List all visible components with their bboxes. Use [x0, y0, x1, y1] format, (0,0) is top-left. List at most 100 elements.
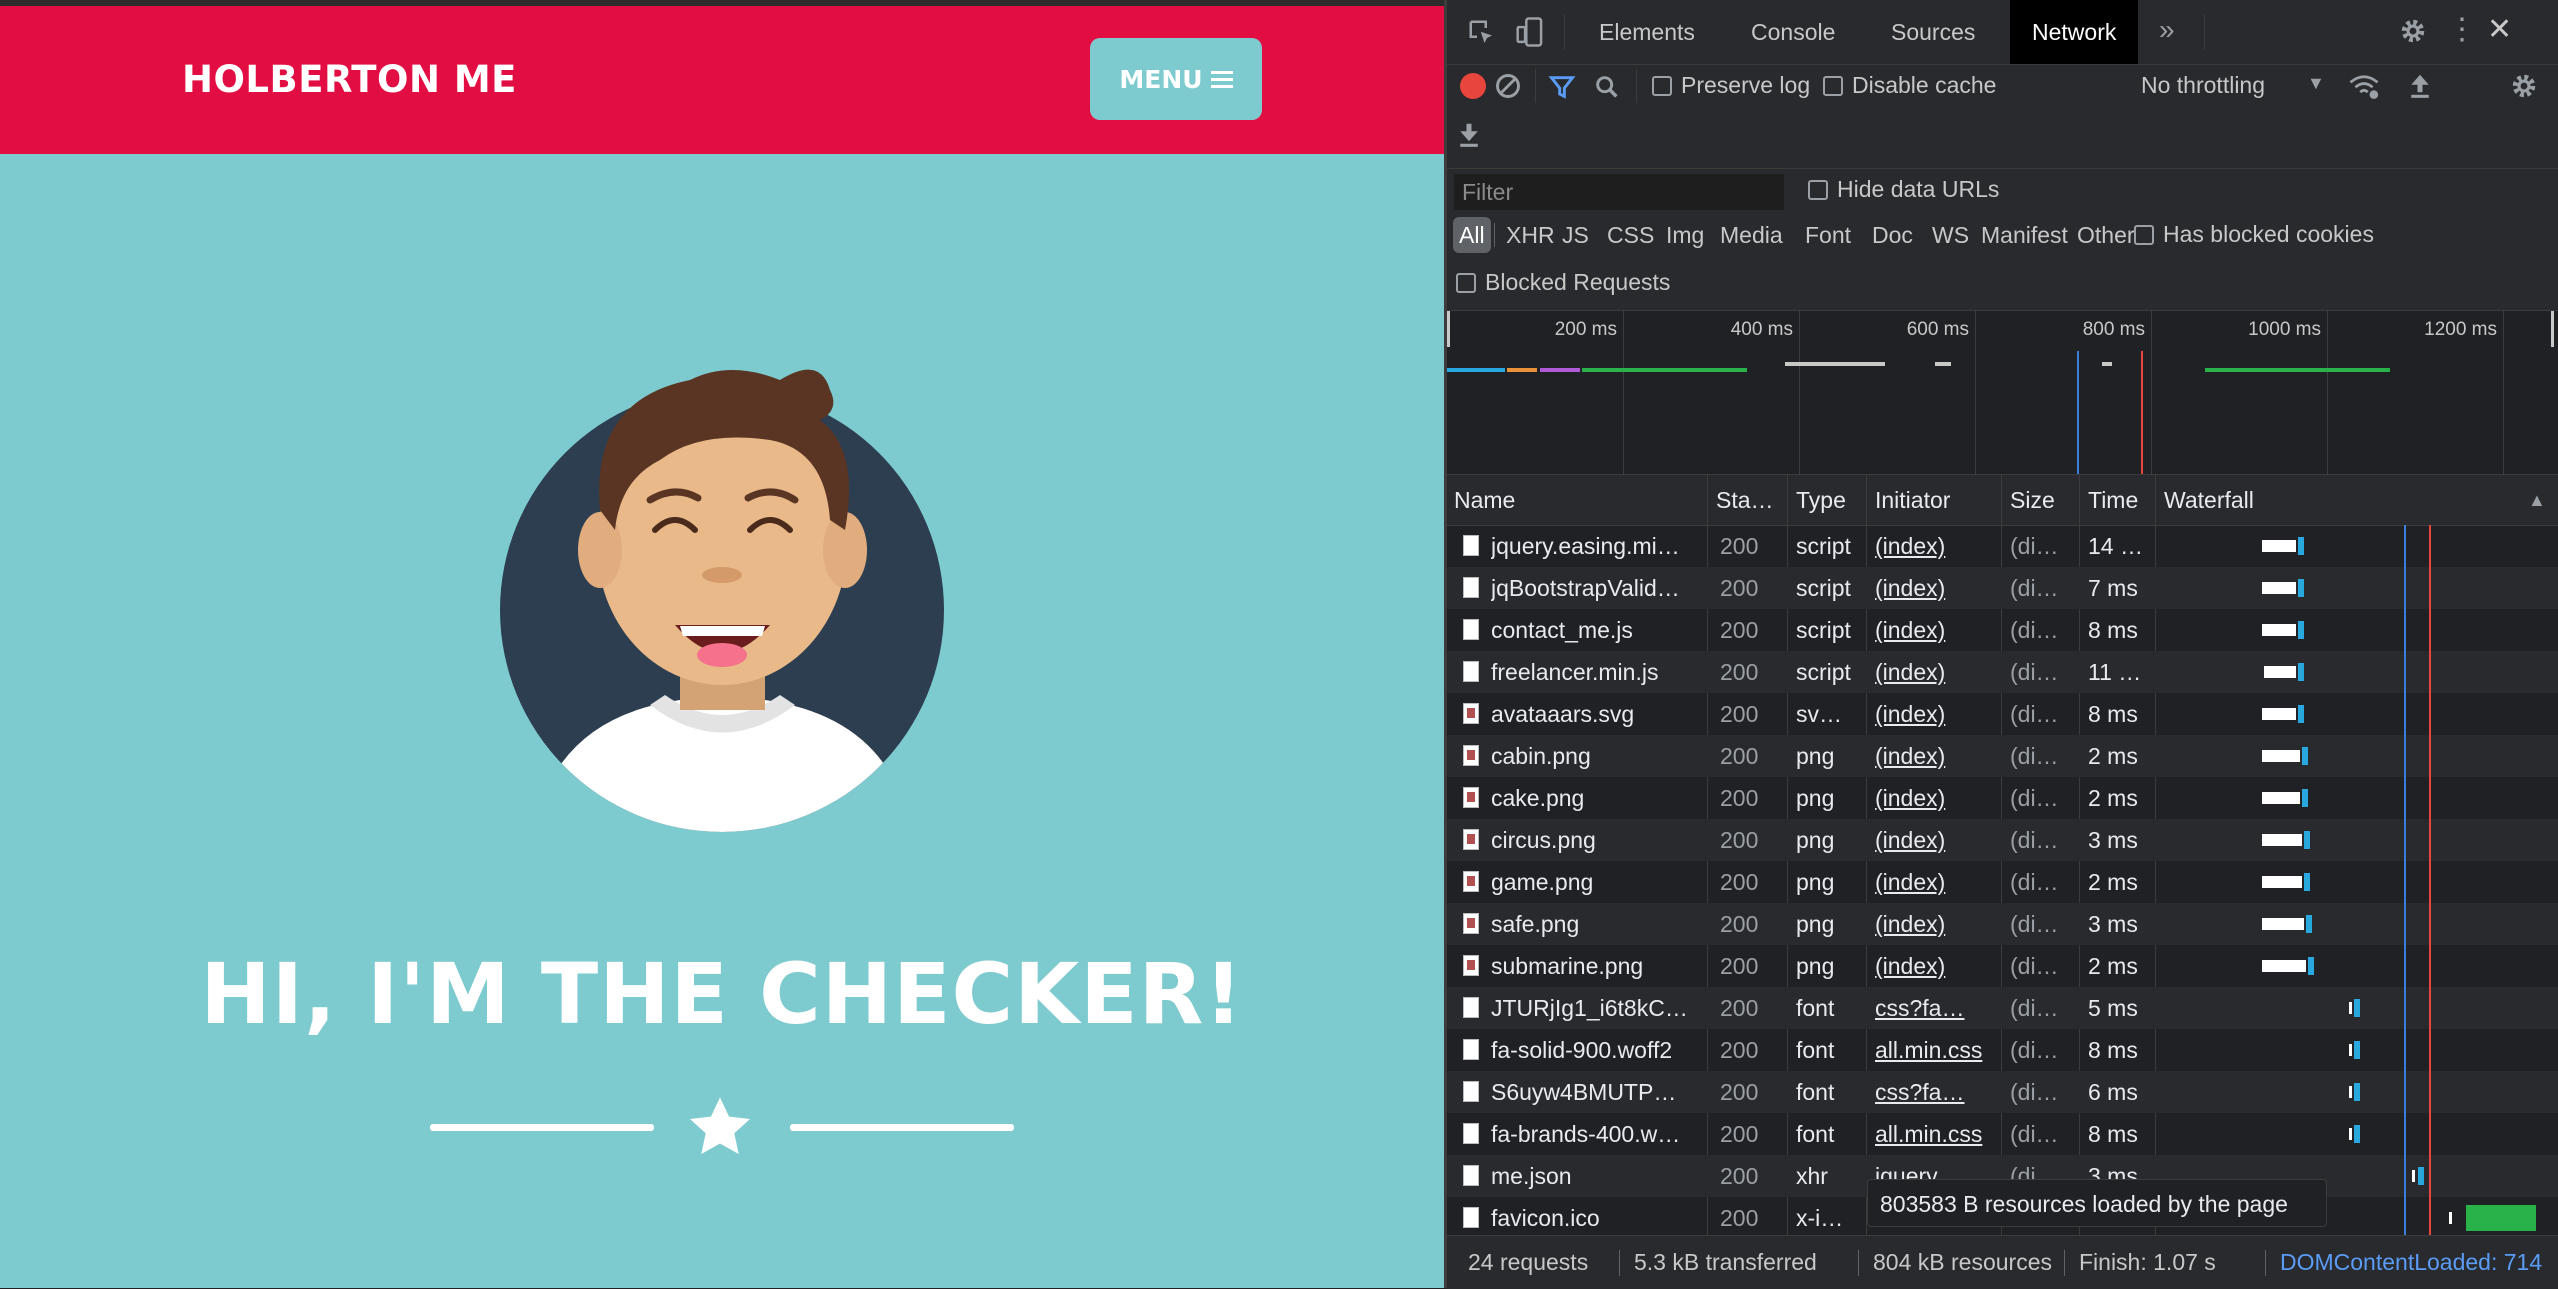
filter-type-doc[interactable]: Doc — [1872, 217, 1913, 253]
request-initiator[interactable]: (index) — [1875, 651, 1985, 693]
request-initiator[interactable]: (index) — [1875, 525, 1985, 567]
column-header-initiator[interactable]: Initiator — [1875, 475, 1985, 525]
network-settings-gear-icon[interactable] — [2509, 71, 2539, 101]
request-initiator[interactable]: (index) — [1875, 861, 1985, 903]
request-initiator[interactable]: css?fa… — [1875, 1071, 1985, 1113]
request-initiator[interactable]: all.min.css — [1875, 1113, 1985, 1155]
has-blocked-cookies-checkbox[interactable] — [2134, 225, 2154, 245]
request-row[interactable]: avataaars.svg 200 sv… (index) (di… 8 ms — [1447, 693, 2558, 735]
column-header-name[interactable]: Name — [1454, 475, 1604, 525]
request-row[interactable]: contact_me.js 200 script (index) (di… 8 ms — [1447, 609, 2558, 651]
request-initiator[interactable]: (index) — [1875, 945, 1985, 987]
request-status: 200 — [1720, 533, 1759, 559]
request-name[interactable]: jquery.easing.mi… — [1491, 525, 1701, 567]
request-name[interactable]: S6uyw4BMUTP… — [1491, 1071, 1701, 1113]
filter-type-img[interactable]: Img — [1666, 217, 1704, 253]
preserve-log-checkbox[interactable] — [1652, 76, 1672, 96]
menu-button[interactable]: MENU — [1090, 38, 1262, 120]
filter-input[interactable] — [1454, 174, 1784, 210]
request-name[interactable]: freelancer.min.js — [1491, 651, 1701, 693]
request-row[interactable]: cake.png 200 png (index) (di… 2 ms — [1447, 777, 2558, 819]
request-row[interactable]: game.png 200 png (index) (di… 2 ms — [1447, 861, 2558, 903]
filter-type-other[interactable]: Other — [2077, 217, 2135, 253]
filter-type-css[interactable]: CSS — [1607, 217, 1654, 253]
tab-console[interactable]: Console — [1737, 0, 1849, 64]
blocked-requests-checkbox[interactable] — [1456, 273, 1476, 293]
request-initiator[interactable]: (index) — [1875, 609, 1985, 651]
request-initiator[interactable]: (index) — [1875, 903, 1985, 945]
request-initiator[interactable]: (index) — [1875, 777, 1985, 819]
request-name[interactable]: fa-brands-400.w… — [1491, 1113, 1701, 1155]
more-tabs-icon[interactable]: » — [2159, 14, 2175, 46]
import-har-icon[interactable] — [2407, 71, 2433, 101]
request-row[interactable]: jqBootstrapValid… 200 script (index) (di… 7 m… — [1447, 567, 2558, 609]
sort-ascending-icon[interactable]: ▲ — [2528, 475, 2552, 525]
request-initiator[interactable]: (index) — [1875, 735, 1985, 777]
close-devtools-icon[interactable]: ✕ — [2487, 10, 2512, 50]
column-header-type[interactable]: Type — [1796, 475, 1866, 525]
export-har-icon[interactable] — [1456, 120, 1482, 150]
more-options-icon[interactable]: ⋮ — [2447, 10, 2477, 50]
request-name[interactable]: me.json — [1491, 1155, 1701, 1197]
filter-type-font[interactable]: Font — [1805, 217, 1851, 253]
inspect-element-icon[interactable] — [1467, 18, 1497, 48]
throttling-select[interactable]: No throttling — [2141, 72, 2271, 99]
request-row[interactable]: safe.png 200 png (index) (di… 3 ms — [1447, 903, 2558, 945]
site-brand[interactable]: HOLBERTON ME — [182, 58, 517, 101]
request-initiator[interactable]: all.min.css — [1875, 1029, 1985, 1071]
network-conditions-icon[interactable] — [2348, 71, 2380, 101]
filter-type-xhr[interactable]: XHR — [1506, 217, 1555, 253]
device-toolbar-icon[interactable] — [1515, 16, 1545, 48]
tab-network[interactable]: Network — [2010, 0, 2139, 64]
request-name[interactable]: JTURjIg1_i6t8kC… — [1491, 987, 1701, 1029]
transferred-size: 5.3 kB transferred — [1634, 1249, 1817, 1275]
request-name[interactable]: jqBootstrapValid… — [1491, 567, 1701, 609]
filter-icon[interactable] — [1548, 73, 1576, 101]
filter-type-manifest[interactable]: Manifest — [1981, 217, 2068, 253]
request-name[interactable]: cake.png — [1491, 777, 1701, 819]
request-name[interactable]: safe.png — [1491, 903, 1701, 945]
disable-cache-checkbox[interactable] — [1823, 76, 1843, 96]
request-size: (di… — [2010, 995, 2059, 1021]
request-name[interactable]: submarine.png — [1491, 945, 1701, 987]
request-name[interactable]: fa-solid-900.woff2 — [1491, 1029, 1701, 1071]
search-icon[interactable] — [1593, 73, 1621, 101]
request-name[interactable]: cabin.png — [1491, 735, 1701, 777]
filter-type-js[interactable]: JS — [1562, 217, 1589, 253]
clear-icon[interactable] — [1494, 72, 1522, 100]
request-name[interactable]: circus.png — [1491, 819, 1701, 861]
tab-sources[interactable]: Sources — [1877, 0, 1989, 64]
request-row[interactable]: jquery.easing.mi… 200 script (index) (di… 14 … — [1447, 525, 2558, 567]
request-name[interactable]: game.png — [1491, 861, 1701, 903]
request-name[interactable]: contact_me.js — [1491, 609, 1701, 651]
filter-type-all[interactable]: All — [1453, 217, 1491, 253]
request-name[interactable]: avataaars.svg — [1491, 693, 1701, 735]
column-header-time[interactable]: Time — [2088, 475, 2148, 525]
record-icon[interactable] — [1460, 73, 1486, 99]
column-header-size[interactable]: Size — [2010, 475, 2070, 525]
waterfall-bar — [2449, 1212, 2452, 1224]
request-name[interactable]: favicon.ico — [1491, 1197, 1701, 1235]
settings-gear-icon[interactable] — [2398, 16, 2428, 46]
request-row[interactable]: fa-brands-400.w… 200 font all.min.css (di… 8 … — [1447, 1113, 2558, 1155]
column-header-status[interactable]: Sta… — [1716, 475, 1771, 525]
request-row[interactable]: JTURjIg1_i6t8kC… 200 font css?fa… (di… 5 ms — [1447, 987, 2558, 1029]
request-initiator[interactable]: css?fa… — [1875, 987, 1985, 1029]
tab-elements[interactable]: Elements — [1585, 0, 1709, 64]
request-row[interactable]: freelancer.min.js 200 script (index) (di… 11 … — [1447, 651, 2558, 693]
request-row[interactable]: circus.png 200 png (index) (di… 3 ms — [1447, 819, 2558, 861]
filter-type-media[interactable]: Media — [1720, 217, 1783, 253]
waterfall-content-download — [2298, 621, 2304, 639]
column-header-waterfall[interactable]: Waterfall — [2164, 475, 2364, 525]
request-row[interactable]: cabin.png 200 png (index) (di… 2 ms — [1447, 735, 2558, 777]
request-initiator[interactable]: (index) — [1875, 693, 1985, 735]
request-row[interactable]: submarine.png 200 png (index) (di… 2 ms — [1447, 945, 2558, 987]
chevron-down-icon[interactable]: ▼ — [2307, 73, 2325, 94]
request-row[interactable]: fa-solid-900.woff2 200 font all.min.css (di…… — [1447, 1029, 2558, 1071]
hide-data-urls-checkbox[interactable] — [1808, 180, 1828, 200]
request-initiator[interactable]: (index) — [1875, 567, 1985, 609]
network-overview-timeline[interactable]: 200 ms 400 ms 600 ms 800 ms 1000 ms 1200… — [1447, 311, 2558, 475]
request-initiator[interactable]: (index) — [1875, 819, 1985, 861]
request-row[interactable]: S6uyw4BMUTP… 200 font css?fa… (di… 6 ms — [1447, 1071, 2558, 1113]
filter-type-ws[interactable]: WS — [1932, 217, 1969, 253]
